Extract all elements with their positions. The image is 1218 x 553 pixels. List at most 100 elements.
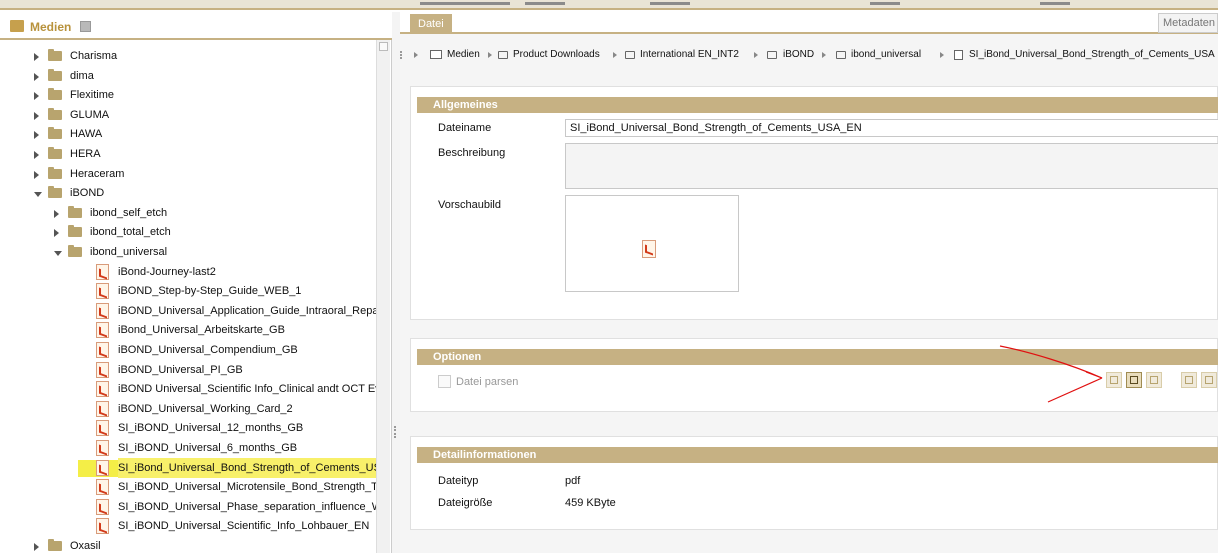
chevron-right-icon[interactable]	[34, 151, 39, 159]
folder-icon	[48, 166, 62, 179]
folder-open-icon[interactable]	[1126, 372, 1142, 388]
replace-icon[interactable]	[1146, 372, 1162, 388]
chevron-down-icon[interactable]	[34, 192, 42, 198]
vorschaubild-preview[interactable]	[565, 195, 739, 292]
folder-icon	[48, 49, 62, 61]
tree-file[interactable]: iBOND_Universal_PI_GB	[0, 360, 376, 380]
breadcrumb-item[interactable]: International EN_INT2	[640, 44, 739, 66]
tree-item-label: HERA	[70, 148, 101, 160]
toolbar-segment	[1040, 2, 1070, 5]
panel-splitter[interactable]	[392, 12, 400, 553]
pdf-icon	[642, 240, 656, 258]
toolbar-segment	[525, 2, 565, 5]
tree-item-label: GLUMA	[70, 108, 110, 121]
tree-file[interactable]: SI_iBOND_Universal_Microtensile_Bond_Str…	[0, 477, 376, 497]
tree-folder[interactable]: Charisma	[0, 46, 376, 66]
scroll-up-icon[interactable]	[379, 42, 388, 51]
folder-icon	[48, 539, 62, 551]
pdf-icon	[96, 400, 109, 417]
allgemeines-header: Allgemeines	[417, 97, 1218, 113]
tree-folder[interactable]: dima	[0, 66, 376, 86]
chevron-right-icon[interactable]	[34, 92, 39, 101]
tree-file[interactable]: iBOND_Step-by-Step_Guide_WEB_1	[0, 281, 376, 301]
chevron-right-icon[interactable]	[34, 53, 39, 61]
tree-folder[interactable]: GLUMA	[0, 105, 376, 125]
chevron-right-icon[interactable]	[34, 72, 39, 81]
tree-folder[interactable]: ibond_total_etch	[0, 222, 376, 242]
splitter-grip-icon[interactable]	[394, 426, 397, 438]
media-icon	[10, 20, 24, 32]
tree-item-label: HAWA	[70, 128, 103, 141]
tab-datei[interactable]: Datei	[410, 14, 452, 34]
tree-folder[interactable]: HAWA	[0, 124, 376, 144]
tree-folder[interactable]: iBOND	[0, 183, 376, 203]
tree-folder[interactable]: Oxasil	[0, 536, 376, 553]
tree-folder[interactable]: ibond_self_etch	[0, 203, 376, 223]
tree-file[interactable]: iBOND_Universal_Compendium_GB	[0, 340, 376, 360]
media-tree-panel: Medien Charisma dima Flexitime GLUMA HAWA HER…	[0, 12, 392, 553]
tree-file[interactable]: SI_iBOND_Universal_Phase_separation_infl…	[0, 497, 376, 517]
tree-file[interactable]: SI_iBOND_Universal_Scientific_Info_Lohba…	[0, 516, 376, 536]
chevron-down-icon[interactable]	[54, 251, 62, 256]
pdf-icon	[96, 518, 109, 535]
tree-scrollbar[interactable]	[376, 40, 390, 553]
tab-metadaten[interactable]: Metadaten	[1158, 13, 1218, 33]
chevron-right-icon[interactable]	[34, 111, 39, 120]
tree-folder[interactable]: HERA	[0, 144, 376, 164]
chevron-right-icon[interactable]	[54, 229, 59, 238]
tree-item-label: SI_iBOND_Universal_Scientific_Info_Lohba…	[118, 520, 370, 533]
breadcrumb-item[interactable]: SI_iBond_Universal_Bond_Strength_of_Ceme…	[969, 44, 1215, 66]
tree-file[interactable]: iBOND Universal_Scientific Info_Clinical…	[0, 379, 376, 399]
pdf-icon	[96, 361, 109, 378]
grid-icon[interactable]	[1201, 372, 1217, 388]
chevron-right-icon	[488, 52, 492, 58]
tree-folder[interactable]: Flexitime	[0, 85, 376, 105]
folder-icon	[48, 147, 62, 159]
tree-file[interactable]: iBOND_Universal_Working_Card_2	[0, 399, 376, 419]
dateiname-input[interactable]: SI_iBond_Universal_Bond_Strength_of_Ceme…	[565, 119, 1218, 137]
tree-item-label: Heraceram	[70, 167, 125, 180]
folder-icon	[836, 51, 846, 59]
tree-file[interactable]: SI_iBond_Universal_Bond_Strength_of_Ceme…	[0, 457, 376, 478]
tree-file[interactable]: iBond_Universal_Arbeitskarte_GB	[0, 320, 376, 340]
folder-icon	[48, 88, 62, 101]
pdf-icon	[96, 263, 109, 280]
folder-icon	[48, 186, 62, 199]
tree-file[interactable]: SI_iBOND_Universal_6_months_GB	[0, 438, 376, 458]
tree-file[interactable]: iBOND_Universal_Application_Guide_Intrao…	[0, 301, 376, 321]
chevron-right-icon[interactable]	[54, 209, 59, 218]
dateityp-value: pdf	[565, 475, 581, 487]
breadcrumb-item[interactable]: iBOND	[783, 44, 814, 66]
pdf-icon	[96, 440, 109, 456]
breadcrumb-item[interactable]: Medien	[447, 44, 480, 66]
datei-parsen-checkbox[interactable]	[438, 375, 451, 388]
chevron-right-icon[interactable]	[34, 170, 39, 179]
download-icon[interactable]	[1181, 372, 1197, 388]
folder-icon	[498, 51, 508, 59]
tree-file[interactable]: iBond-Journey-last2	[0, 262, 376, 282]
tree-item-label: iBond-Journey-last2	[118, 265, 216, 278]
chevron-right-icon	[613, 52, 617, 58]
chevron-right-icon[interactable]	[34, 543, 39, 551]
tree-folder[interactable]: ibond_universal	[0, 242, 376, 262]
beschreibung-textarea[interactable]	[565, 143, 1218, 189]
detailinformationen-header: Detailinformationen	[417, 447, 1218, 463]
folder-icon	[48, 127, 62, 140]
dateigroesse-value: 459 KByte	[565, 497, 616, 509]
tree-file[interactable]: SI_iBOND_Universal_12_months_GB	[0, 418, 376, 438]
breadcrumb-item[interactable]: Product Downloads	[513, 44, 600, 66]
tree-item-label: SI_iBOND_Universal_Phase_separation_infl…	[118, 500, 376, 513]
tree-item-label: dima	[70, 69, 94, 82]
tree-item-label: Charisma	[70, 50, 118, 62]
datei-parsen-label: Datei parsen	[456, 376, 519, 388]
dateityp-label: Dateityp	[438, 475, 479, 487]
tree-item-label: iBond_Universal_Arbeitskarte_GB	[118, 324, 285, 337]
tree-item-label: Oxasil	[70, 540, 101, 552]
breadcrumb-item[interactable]: ibond_universal	[851, 44, 921, 66]
save-icon[interactable]	[80, 21, 91, 32]
top-toolbar-strip	[0, 0, 1218, 10]
beschreibung-label: Beschreibung	[438, 147, 506, 159]
tree-folder[interactable]: Heraceram	[0, 164, 376, 184]
chevron-right-icon[interactable]	[34, 131, 39, 140]
pdf-icon	[96, 322, 109, 339]
